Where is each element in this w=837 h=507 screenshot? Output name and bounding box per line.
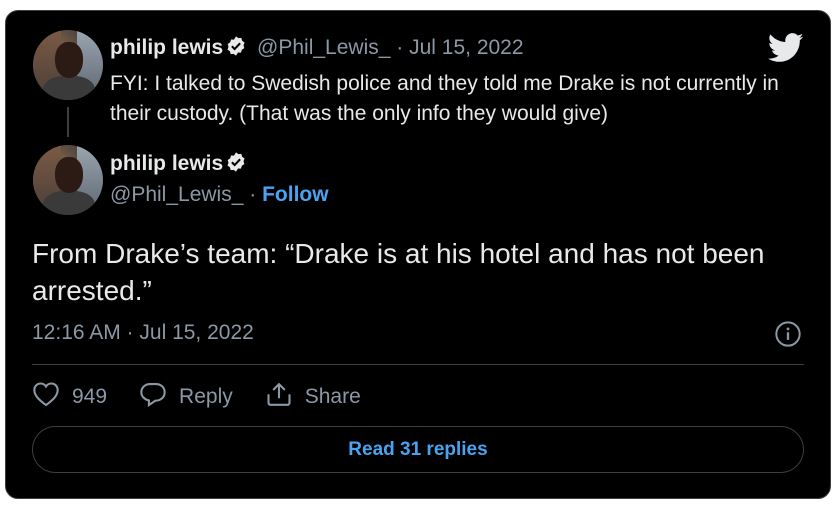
author-handle[interactable]: @Phil_Lewis_ (110, 183, 243, 206)
reply-bubble-icon (139, 381, 179, 413)
tweet-timestamp[interactable]: 12:16 AM · Jul 15, 2022 (32, 321, 254, 345)
avatar[interactable] (33, 145, 103, 215)
thread-connector-line (67, 107, 69, 137)
read-replies-label: Read 31 replies (348, 438, 488, 460)
avatar[interactable] (33, 30, 103, 100)
quoted-tweet-header: philip lewis @Phil_Lewis_ · Jul 15, 2022 (110, 35, 524, 64)
read-replies-button[interactable]: Read 31 replies (32, 426, 804, 473)
reply-label: Reply (179, 385, 233, 408)
info-icon[interactable] (774, 320, 802, 353)
tweet-embed-card: philip lewis @Phil_Lewis_ · Jul 15, 2022… (5, 10, 831, 499)
author-name[interactable]: philip lewis (110, 152, 223, 175)
separator-dot: · (249, 183, 257, 206)
share-button[interactable]: Share (265, 381, 361, 413)
main-tweet-author: philip lewis (110, 151, 251, 180)
main-tweet-text: From Drake’s team: “Drake is at his hote… (32, 238, 765, 306)
separator-dot: · (396, 36, 404, 59)
verified-badge-icon (225, 35, 247, 64)
verified-badge-icon (225, 151, 247, 180)
quoted-tweet-text: FYI: I talked to Swedish police and they… (110, 72, 779, 125)
share-label: Share (304, 385, 361, 408)
heart-icon (32, 381, 72, 413)
main-tweet-handle-row: @Phil_Lewis_ · Follow (110, 182, 329, 208)
follow-button[interactable]: Follow (262, 183, 329, 206)
tweet-date[interactable]: Jul 15, 2022 (409, 36, 523, 59)
like-count: 949 (72, 385, 108, 408)
divider (32, 364, 804, 365)
author-handle[interactable]: @Phil_Lewis_ (257, 36, 390, 59)
tweet-actions: 949 Reply Share (32, 381, 393, 413)
reply-button[interactable]: Reply (139, 381, 233, 413)
share-icon (265, 381, 305, 413)
like-button[interactable]: 949 (32, 381, 107, 413)
twitter-bird-icon[interactable] (768, 33, 804, 68)
author-name[interactable]: philip lewis (110, 36, 223, 59)
